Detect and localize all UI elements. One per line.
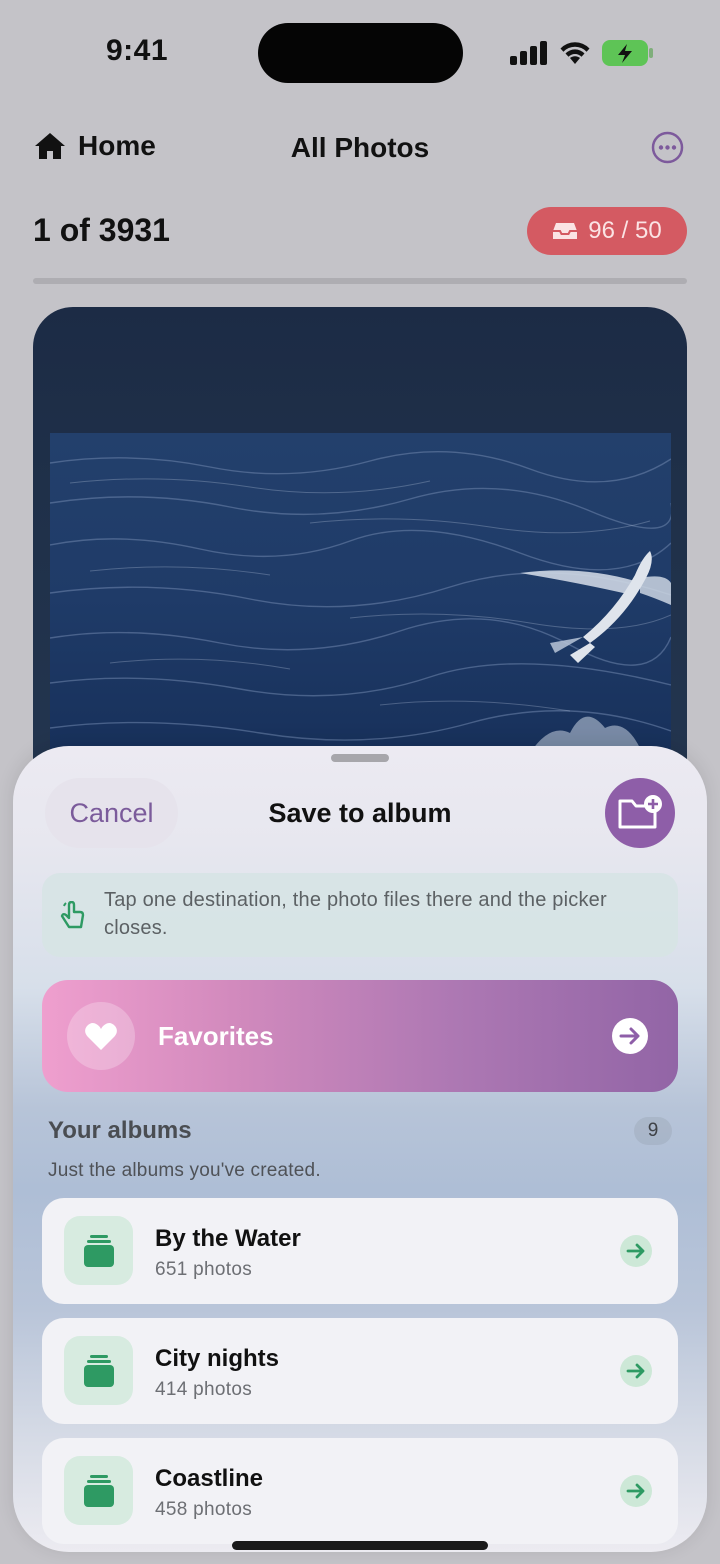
album-row[interactable]: By the Water 651 photos	[42, 1198, 678, 1304]
sheet-title: Save to album	[268, 798, 452, 828]
favorites-icon-wrap	[67, 1002, 135, 1070]
new-album-button[interactable]	[605, 778, 675, 848]
favorites-label: Favorites	[158, 1021, 274, 1051]
albums-section-subtitle: Just the albums you've created.	[48, 1160, 321, 1181]
photo-counter: 1 of 3931	[33, 212, 170, 248]
save-to-album-sheet: Cancel Save to album Tap one destination…	[13, 746, 707, 1552]
progress-track	[33, 278, 687, 284]
album-count: 651 photos	[155, 1259, 253, 1280]
album-count: 414 photos	[155, 1379, 253, 1400]
albums-section-title: Your albums	[48, 1117, 192, 1144]
photo-image	[50, 433, 671, 763]
album-row[interactable]: Coastline 458 photos	[42, 1438, 678, 1544]
album-stack-icon	[64, 1336, 133, 1405]
favorites-destination[interactable]: Favorites	[42, 980, 678, 1092]
tray-icon	[553, 223, 578, 239]
arrow-right-circle-icon	[620, 1355, 652, 1387]
home-indicator[interactable]	[232, 1541, 488, 1550]
arrow-right-circle-icon	[620, 1475, 652, 1507]
quota-text: 96 / 50	[588, 217, 662, 244]
hint-box: Tap one destination, the photo files the…	[42, 873, 678, 957]
wifi-icon	[560, 42, 590, 64]
heart-icon	[85, 1023, 117, 1050]
album-stack-icon	[64, 1216, 133, 1285]
album-name: City nights	[155, 1345, 279, 1372]
tap-hand-icon	[60, 901, 85, 929]
photo-ocean-flying-fish	[50, 433, 671, 763]
album-row[interactable]: City nights 414 photos	[42, 1318, 678, 1424]
cellular-signal-icon	[510, 41, 547, 65]
album-count: 458 photos	[155, 1499, 253, 1520]
status-icons	[510, 38, 654, 68]
sheet-grabber[interactable]	[331, 754, 389, 762]
album-stack-icon	[64, 1456, 133, 1525]
arrow-right-circle-icon	[612, 1018, 648, 1054]
quota-badge[interactable]: 96 / 50	[527, 207, 687, 255]
albums-count-badge: 9	[634, 1117, 672, 1145]
dynamic-island	[258, 23, 463, 83]
arrow-right-circle-icon	[620, 1235, 652, 1267]
status-time: 9:41	[106, 34, 169, 67]
page-title: All Photos	[290, 132, 430, 163]
battery-charging-icon	[602, 40, 653, 66]
album-name: Coastline	[155, 1465, 264, 1492]
ellipsis-circle-icon[interactable]	[651, 131, 684, 164]
folder-plus-icon	[618, 795, 662, 829]
album-name: By the Water	[155, 1225, 301, 1252]
hint-text: Tap one destination, the photo files the…	[104, 889, 607, 939]
